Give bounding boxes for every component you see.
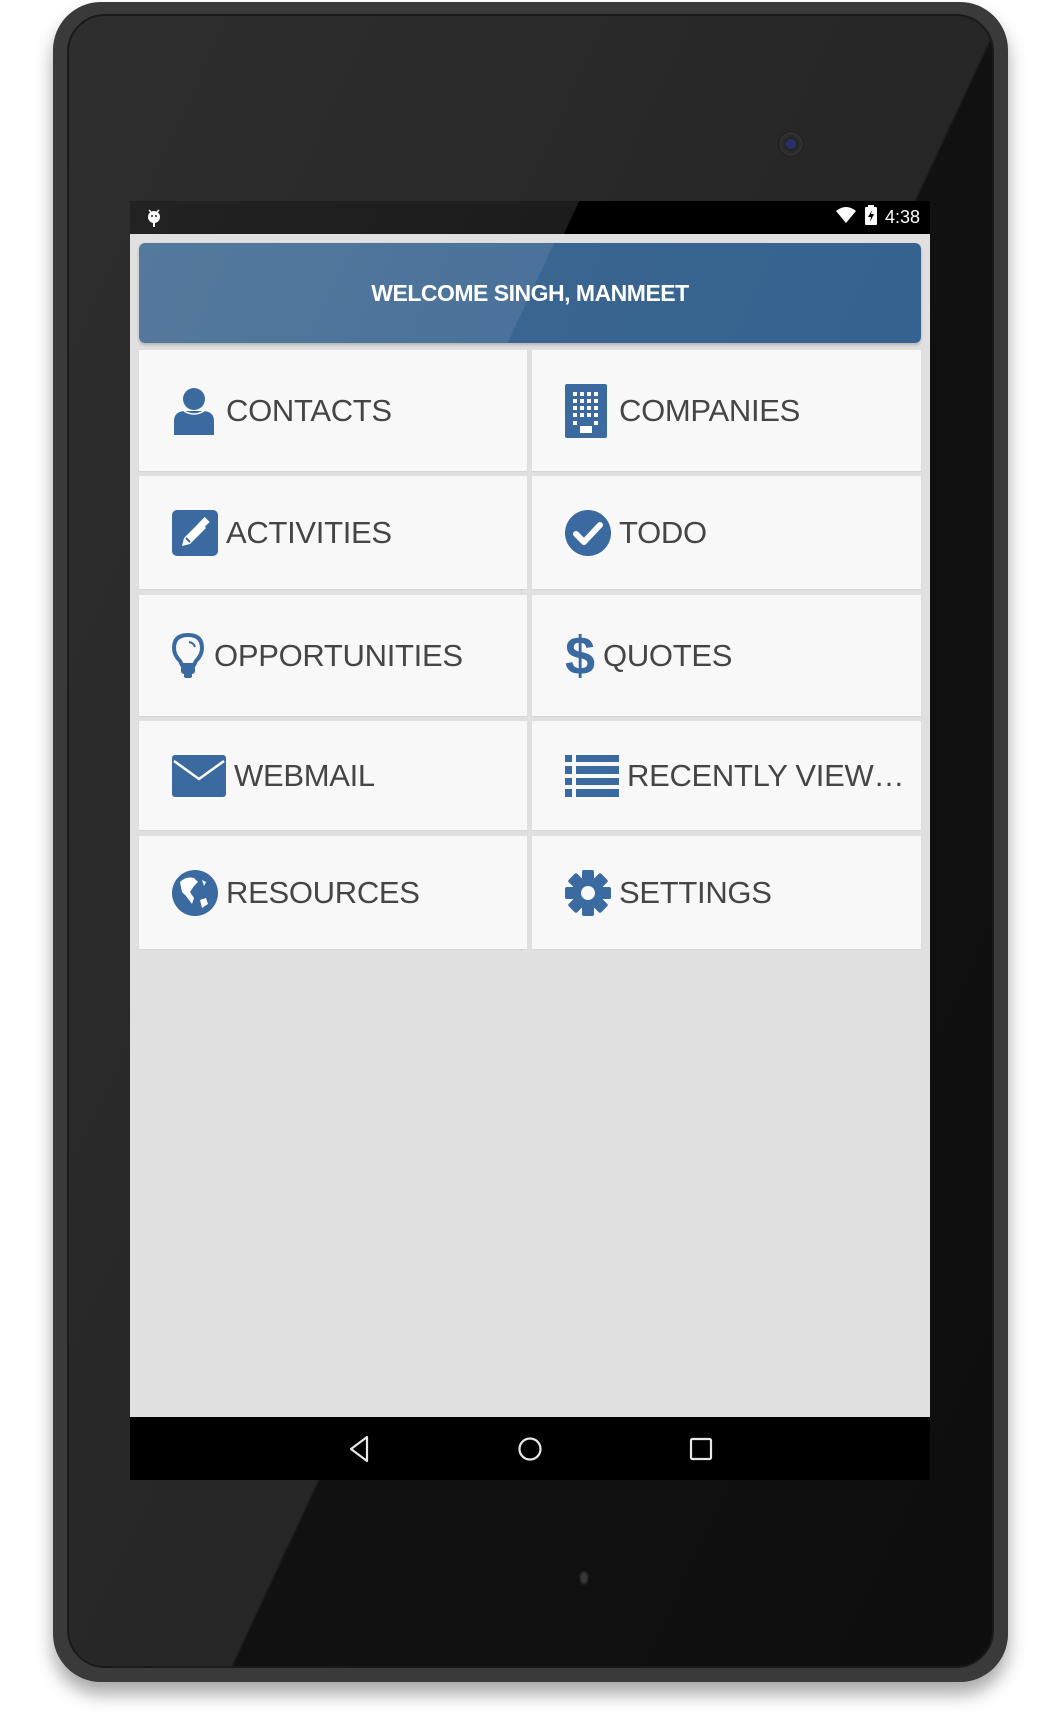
tile-label: RECENTLY VIEW… [627, 757, 905, 793]
tile-label: CONTACTS [226, 392, 392, 428]
tile-label: SETTINGS [619, 874, 772, 910]
gear-icon [565, 869, 613, 917]
light-sensor [580, 1572, 588, 1584]
screen: 4:38 WELCOME SINGH, MANMEET CONTACTS COM… [130, 201, 930, 1480]
tile-label: WEBMAIL [234, 757, 375, 793]
envelope-icon [172, 752, 228, 800]
dollar-icon: $ [565, 630, 597, 682]
tile-settings[interactable]: SETTINGS [532, 836, 921, 949]
tile-recently-viewed[interactable]: RECENTLY VIEW… [532, 721, 921, 830]
tile-label: RESOURCES [226, 874, 420, 910]
tile-webmail[interactable]: WEBMAIL [139, 721, 527, 830]
building-icon [565, 383, 613, 438]
android-debug-icon [145, 208, 163, 228]
tile-label: OPPORTUNITIES [214, 637, 463, 673]
pencil-icon [172, 509, 220, 557]
front-camera [778, 131, 804, 157]
welcome-header: WELCOME SINGH, MANMEET [139, 243, 921, 343]
home-icon[interactable] [513, 1433, 547, 1465]
tile-activities[interactable]: ACTIVITIES [139, 476, 527, 589]
tile-todo[interactable]: TODO [532, 476, 921, 589]
svg-text:$: $ [565, 630, 595, 682]
list-icon [565, 752, 621, 800]
welcome-title: WELCOME SINGH, MANMEET [371, 279, 689, 306]
check-circle-icon [565, 509, 613, 557]
tile-resources[interactable]: RESOURCES [139, 836, 527, 949]
navigation-bar [130, 1417, 930, 1480]
tile-opportunities[interactable]: OPPORTUNITIES [139, 595, 527, 716]
tile-label: ACTIVITIES [226, 514, 392, 550]
tile-label: COMPANIES [619, 392, 801, 428]
status-time: 4:38 [884, 207, 920, 227]
globe-icon [172, 869, 220, 917]
tile-label: QUOTES [603, 637, 733, 673]
tile-companies[interactable]: COMPANIES [532, 350, 921, 471]
lightbulb-icon [172, 632, 208, 680]
recents-icon[interactable] [684, 1433, 718, 1465]
person-icon [172, 387, 220, 435]
back-icon[interactable] [342, 1433, 376, 1465]
tile-label: TODO [619, 514, 707, 550]
tile-contacts[interactable]: CONTACTS [139, 350, 527, 471]
status-bar: 4:38 [130, 201, 930, 234]
battery-charging-icon [864, 205, 877, 230]
wifi-icon [835, 206, 857, 229]
tile-quotes[interactable]: $ QUOTES [532, 595, 921, 716]
